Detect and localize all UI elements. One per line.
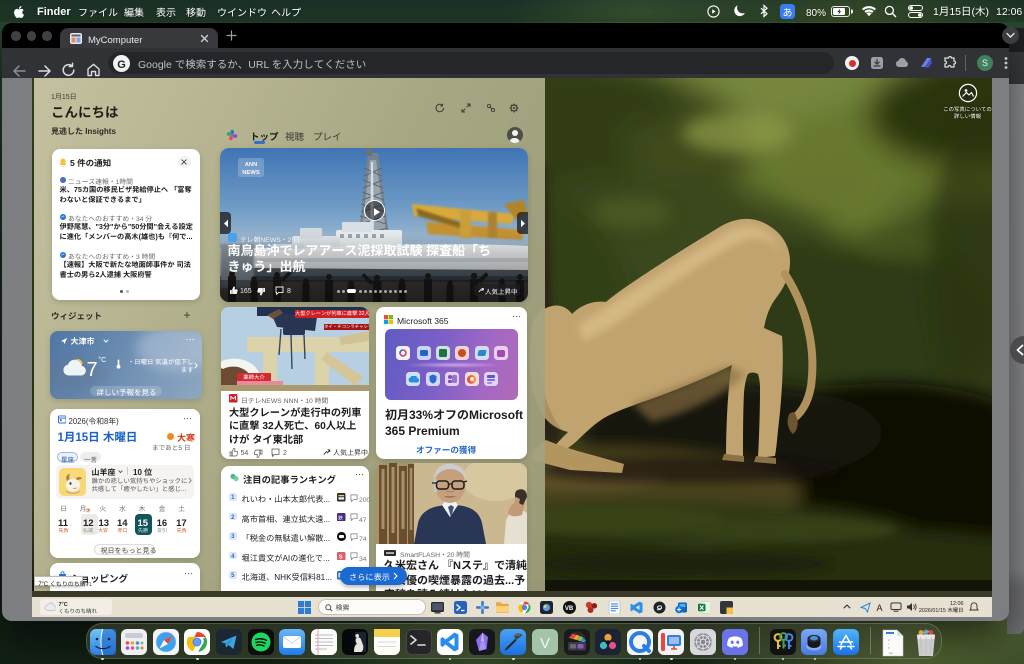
svg-text:鉄: 鉄: [338, 515, 343, 521]
svg-text:S: S: [339, 552, 343, 561]
